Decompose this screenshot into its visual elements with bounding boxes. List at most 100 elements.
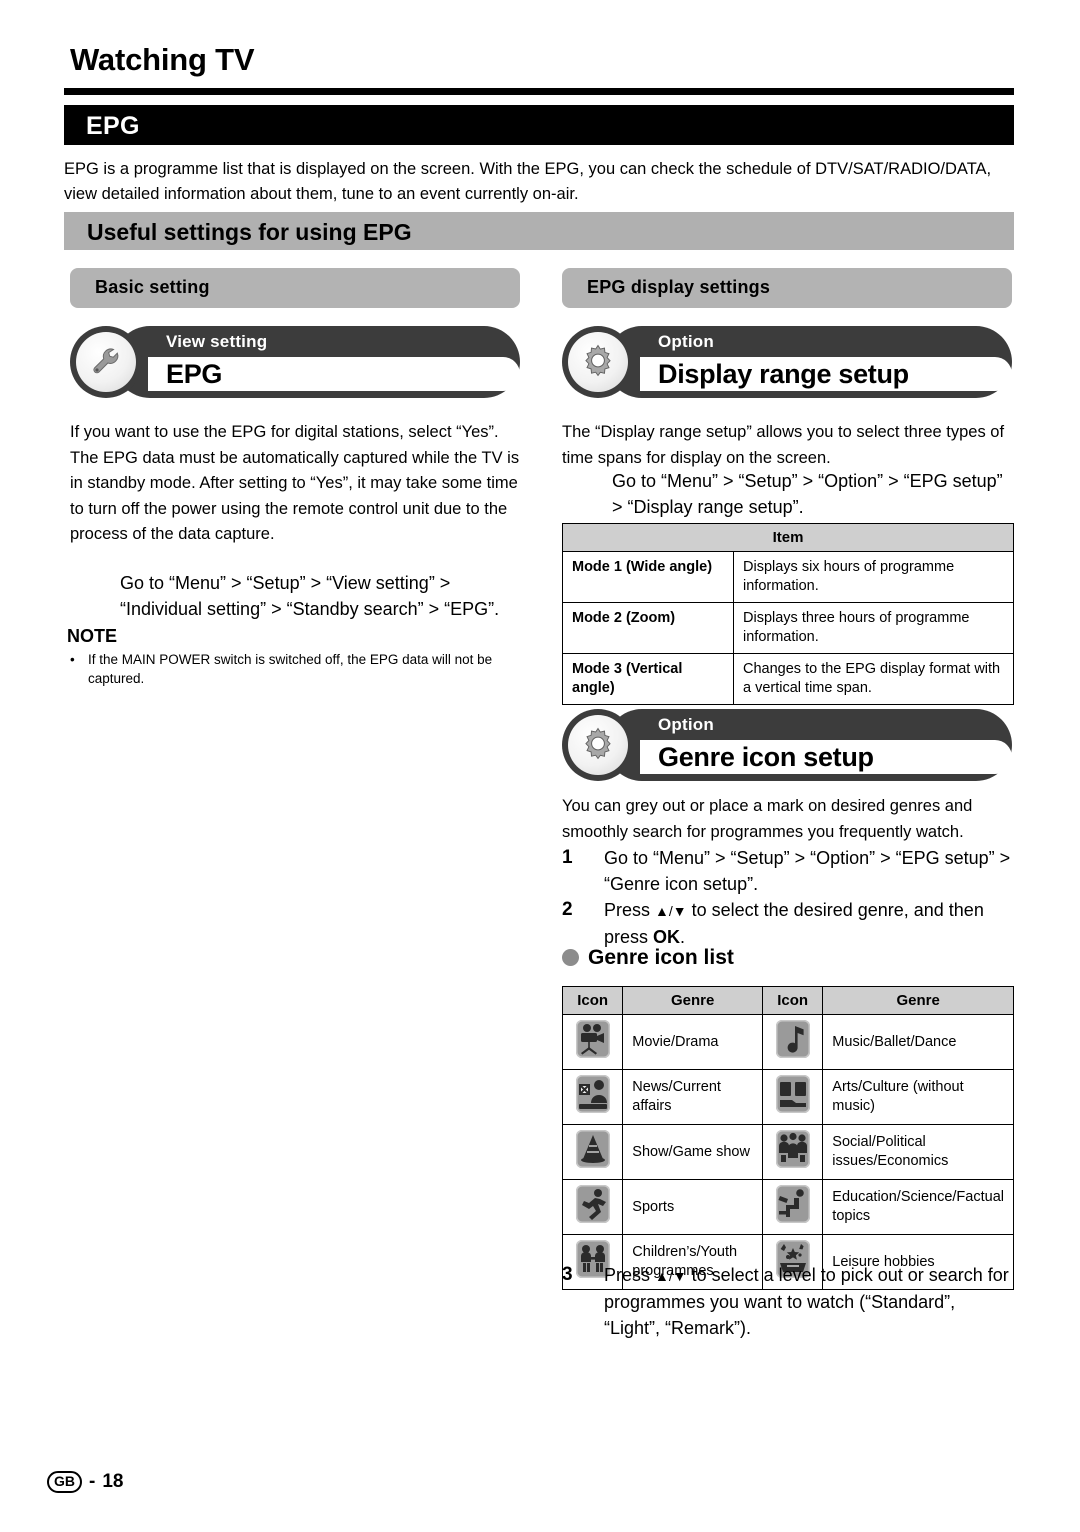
genre-icon-cell bbox=[561, 1014, 624, 1070]
genre-icon-list-heading: Genre icon list bbox=[562, 946, 734, 970]
page-title: Watching TV bbox=[70, 42, 255, 77]
note-bullet: • bbox=[70, 652, 75, 667]
genre-col-icon-1: Icon bbox=[561, 986, 624, 1015]
useful-settings-banner: Useful settings for using EPG bbox=[64, 212, 1014, 250]
step-2: 2 Press ▲/▼ to select the desired genre,… bbox=[562, 897, 1014, 950]
step-number: 1 bbox=[562, 847, 573, 868]
genre-icon-cell bbox=[762, 1014, 824, 1070]
genre-label: Show/Game show bbox=[622, 1124, 764, 1180]
item-table: Item Mode 1 (Wide angle) Displays six ho… bbox=[562, 523, 1014, 705]
page-number: 18 bbox=[102, 1471, 124, 1492]
document-page: Watching TV EPG EPG is a programme list … bbox=[0, 0, 1080, 1532]
bullet-dot-icon bbox=[562, 949, 579, 966]
table-row: Mode 2 (Zoom) Displays three hours of pr… bbox=[562, 602, 1014, 654]
game-show-icon bbox=[575, 1130, 610, 1168]
capsule-category-label: View setting bbox=[166, 332, 268, 351]
news-anchor-icon bbox=[575, 1075, 610, 1113]
basic-setting-label: Basic setting bbox=[95, 277, 210, 297]
item-description: Changes to the EPG display format with a… bbox=[733, 653, 1014, 705]
page-footer: GB - 18 bbox=[47, 1471, 123, 1493]
view-setting-goto: Go to “Menu” > “Setup” > “View setting” … bbox=[120, 573, 500, 619]
education-icon bbox=[775, 1185, 810, 1223]
table-row: Movie/Drama Music/Ballet/Dance bbox=[561, 1014, 1014, 1070]
genre-icon-list-label: Genre icon list bbox=[588, 946, 734, 969]
table-row: Sports Education/Science/Factual topics bbox=[561, 1179, 1014, 1235]
step-1: 1 Go to “Menu” > “Setup” > “Option” > “E… bbox=[562, 845, 1014, 897]
table-header-row: Item bbox=[562, 523, 1014, 552]
genre-label: Education/Science/Factual topics bbox=[822, 1179, 1014, 1235]
item-table-header: Item bbox=[562, 523, 1014, 552]
capsule-disc bbox=[562, 326, 634, 398]
genre-icon-cell bbox=[561, 1069, 624, 1125]
running-figure-icon bbox=[575, 1185, 610, 1223]
table-row: Mode 3 (Vertical angle) Changes to the E… bbox=[562, 653, 1014, 705]
section-header-bar: EPG bbox=[64, 105, 1014, 145]
epg-display-settings-label: EPG display settings bbox=[587, 277, 771, 297]
people-group-icon bbox=[775, 1130, 810, 1168]
capsule-category-label: Option bbox=[658, 715, 714, 734]
genre-col-genre-1: Genre bbox=[622, 986, 764, 1015]
genre-label: Arts/Culture (without music) bbox=[822, 1069, 1014, 1125]
step-number: 3 bbox=[562, 1264, 573, 1285]
step-3: 3 Press ▲/▼ to select a level to pick ou… bbox=[562, 1262, 1014, 1341]
step-text-post: . bbox=[680, 927, 686, 947]
genre-icon-cell bbox=[561, 1124, 624, 1180]
genre-icon-cell bbox=[762, 1124, 824, 1180]
basic-setting-banner: Basic setting bbox=[70, 268, 520, 308]
capsule-title-label: Genre icon setup bbox=[658, 742, 874, 772]
updown-arrow-icon: ▲/▼ bbox=[655, 903, 687, 919]
genre-icon-cell bbox=[762, 1069, 824, 1125]
table-header-row: Icon Genre Icon Genre bbox=[561, 986, 1014, 1015]
genre-setup-body: You can grey out or place a mark on desi… bbox=[562, 797, 973, 841]
item-name: Mode 2 (Zoom) bbox=[562, 602, 734, 654]
note-item: • If the MAIN POWER switch is switched o… bbox=[70, 650, 520, 688]
gear-icon bbox=[568, 332, 628, 392]
table-row: Show/Game show Social/Political issues/E… bbox=[561, 1124, 1014, 1180]
capsule-category-label: Option bbox=[658, 332, 714, 351]
wrench-icon bbox=[76, 332, 136, 392]
genre-icon-setup-capsule: Option Genre icon setup bbox=[562, 709, 1012, 781]
genre-col-genre-2: Genre bbox=[822, 986, 1014, 1015]
genre-col-icon-2: Icon bbox=[762, 986, 824, 1015]
note-heading: NOTE bbox=[67, 626, 118, 646]
capsule-disc bbox=[562, 709, 634, 781]
table-row: News/Current affairs Arts/Culture (witho… bbox=[561, 1069, 1014, 1125]
genre-icon-cell bbox=[561, 1179, 624, 1235]
updown-arrow-icon: ▲/▼ bbox=[655, 1268, 687, 1284]
item-name: Mode 3 (Vertical angle) bbox=[562, 653, 734, 705]
movie-camera-icon bbox=[575, 1020, 610, 1058]
genre-label: Movie/Drama bbox=[622, 1014, 764, 1070]
footer-separator: - bbox=[89, 1471, 96, 1492]
open-book-icon bbox=[775, 1075, 810, 1113]
display-range-capsule: Option Display range setup bbox=[562, 326, 1012, 398]
gear-icon bbox=[568, 715, 628, 775]
capsule-title-label: Display range setup bbox=[658, 359, 909, 389]
genre-label: Social/Political issues/Economics bbox=[822, 1124, 1014, 1180]
step-text: Press ▲/▼ to select the desired genre, a… bbox=[604, 897, 1014, 950]
title-rule bbox=[64, 88, 1014, 95]
item-name: Mode 1 (Wide angle) bbox=[562, 551, 734, 603]
step-number: 2 bbox=[562, 899, 573, 920]
capsule-disc bbox=[70, 326, 142, 398]
note-text: If the MAIN POWER switch is switched off… bbox=[88, 652, 493, 686]
genre-label: News/Current affairs bbox=[622, 1069, 764, 1125]
view-setting-body: If you want to use the EPG for digital s… bbox=[70, 423, 520, 543]
item-description: Displays six hours of programme informat… bbox=[733, 551, 1014, 603]
capsule-title-label: EPG bbox=[166, 359, 223, 389]
region-badge: GB bbox=[47, 1471, 82, 1493]
view-setting-capsule: View setting EPG bbox=[70, 326, 520, 398]
genre-icon-cell bbox=[762, 1179, 824, 1235]
item-description: Displays three hours of programme inform… bbox=[733, 602, 1014, 654]
genre-icon-table: Icon Genre Icon Genre Movie/Drama Music/… bbox=[561, 986, 1014, 1290]
table-row: Mode 1 (Wide angle) Displays six hours o… bbox=[562, 551, 1014, 603]
intro-paragraph: EPG is a programme list that is displaye… bbox=[64, 160, 992, 203]
step-text: Go to “Menu” > “Setup” > “Option” > “EPG… bbox=[604, 848, 1011, 894]
step-text: Press ▲/▼ to select a level to pick out … bbox=[604, 1262, 1014, 1341]
step-text-pre: Press bbox=[604, 900, 656, 920]
ok-key-label: OK bbox=[653, 927, 681, 947]
epg-display-settings-banner: EPG display settings bbox=[562, 268, 1012, 308]
section-header-label: EPG bbox=[86, 112, 140, 140]
music-note-icon bbox=[775, 1020, 810, 1058]
display-range-goto: Go to “Menu” > “Setup” > “Option” > “EPG… bbox=[612, 471, 1003, 517]
useful-settings-label: Useful settings for using EPG bbox=[87, 219, 412, 245]
